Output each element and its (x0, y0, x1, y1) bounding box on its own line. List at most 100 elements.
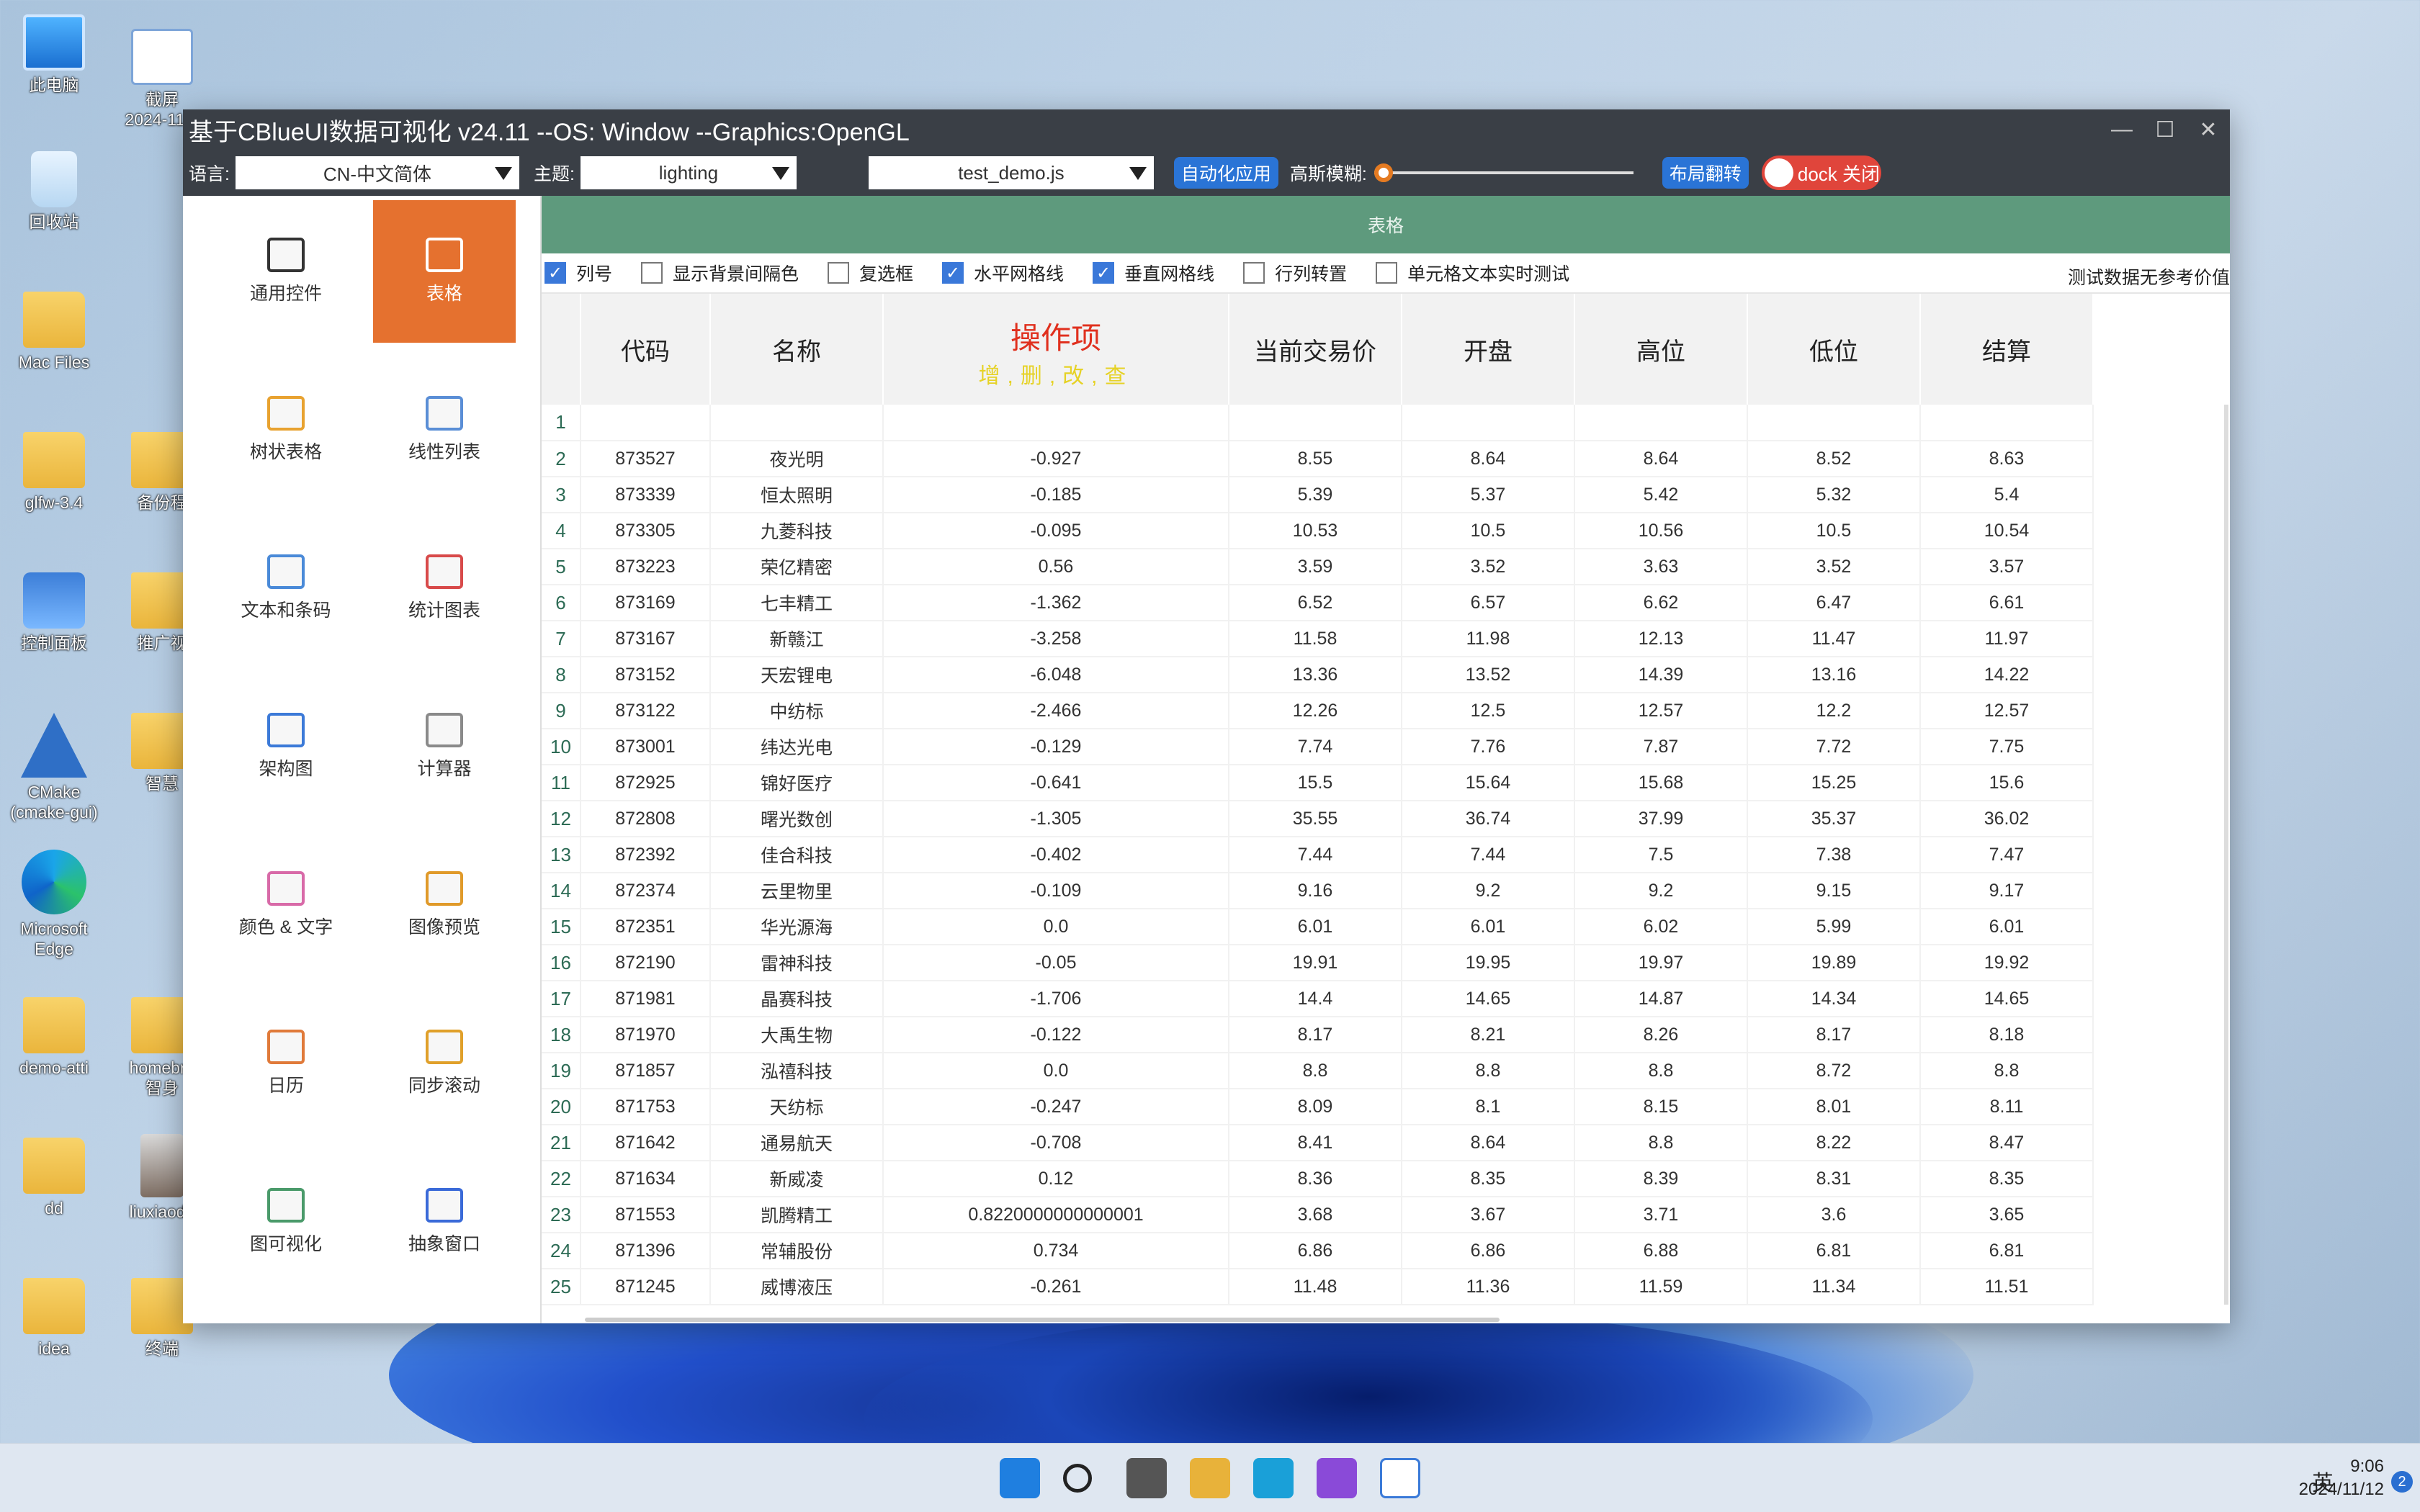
option-toggle[interactable]: ✓ 列号 (544, 260, 612, 286)
settle-cell[interactable]: 8.8 (1920, 1053, 2094, 1089)
high-cell[interactable]: 6.88 (1574, 1233, 1748, 1269)
row-index[interactable]: 15 (542, 909, 581, 945)
open-cell[interactable]: 36.74 (1402, 801, 1575, 837)
name-cell[interactable]: 荣亿精密 (710, 549, 884, 585)
open-cell[interactable]: 14.65 (1402, 981, 1575, 1017)
settle-cell[interactable]: 14.22 (1920, 657, 2094, 693)
open-cell[interactable]: 12.5 (1402, 693, 1575, 729)
title-bar[interactable]: 基于CBlueUI数据可视化 v24.11 --OS: Window --Gra… (183, 109, 2230, 150)
checkbox[interactable] (1376, 262, 1398, 284)
col-open-header[interactable]: 开盘 (1402, 294, 1575, 405)
horizontal-scrollbar[interactable] (585, 1318, 1500, 1322)
price-cell[interactable]: 8.8 (1229, 1053, 1402, 1089)
row-index[interactable]: 21 (542, 1125, 581, 1161)
name-cell[interactable]: 九菱科技 (710, 513, 884, 549)
code-cell[interactable]: 871970 (581, 1017, 711, 1053)
open-cell[interactable]: 8.21 (1402, 1017, 1575, 1053)
settle-cell[interactable]: 8.11 (1920, 1089, 2094, 1125)
settle-cell[interactable]: 36.02 (1920, 801, 2094, 837)
code-cell[interactable]: 873339 (581, 477, 711, 513)
op-cell[interactable]: -0.185 (883, 477, 1229, 513)
option-toggle[interactable]: ✓ 水平网格线 (942, 260, 1064, 286)
row-index[interactable]: 9 (542, 693, 581, 729)
high-cell[interactable]: 8.15 (1574, 1089, 1748, 1125)
table-row[interactable]: 1 (542, 405, 2094, 441)
row-index[interactable]: 12 (542, 801, 581, 837)
visual-studio-icon[interactable] (1317, 1458, 1357, 1498)
clock[interactable]: 9:06 2024/11/12 (2299, 1455, 2384, 1501)
table-row[interactable]: 2 873527 夜光明 -0.927 8.55 8.64 8.64 8.52 8.63 (542, 441, 2094, 477)
op-cell[interactable]: 0.8220000000000001 (883, 1197, 1229, 1233)
table-row[interactable]: 13 872392 佳合科技 -0.402 7.44 7.44 7.5 7.38 7.47 (542, 837, 2094, 873)
low-cell[interactable]: 13.16 (1747, 657, 1921, 693)
sidebar-item-chart[interactable]: 统计图表 (373, 517, 516, 660)
settle-cell[interactable]: 5.4 (1920, 477, 2094, 513)
task-view-icon[interactable] (1126, 1458, 1167, 1498)
code-cell[interactable]: 872190 (581, 945, 711, 981)
option-toggle[interactable]: ✓ 垂直网格线 (1093, 260, 1214, 286)
open-cell[interactable]: 7.76 (1402, 729, 1575, 765)
table-row[interactable]: 3 873339 恒太照明 -0.185 5.39 5.37 5.42 5.32 5.4 (542, 477, 2094, 513)
row-index[interactable]: 10 (542, 729, 581, 765)
row-index[interactable]: 3 (542, 477, 581, 513)
open-cell[interactable]: 8.35 (1402, 1161, 1575, 1197)
settle-cell[interactable]: 6.01 (1920, 909, 2094, 945)
high-cell[interactable]: 37.99 (1574, 801, 1748, 837)
op-cell[interactable]: 0.12 (883, 1161, 1229, 1197)
name-cell[interactable]: 通易航天 (710, 1125, 884, 1161)
settle-cell[interactable]: 19.92 (1920, 945, 2094, 981)
high-cell[interactable]: 19.97 (1574, 945, 1748, 981)
settle-cell[interactable]: 6.81 (1920, 1233, 2094, 1269)
code-cell[interactable]: 873169 (581, 585, 711, 621)
high-cell[interactable]: 8.8 (1574, 1125, 1748, 1161)
low-cell[interactable]: 8.52 (1747, 441, 1921, 477)
name-cell[interactable]: 锦好医疗 (710, 765, 884, 801)
sidebar-item-table[interactable]: 表格 (373, 200, 516, 343)
row-index[interactable]: 5 (542, 549, 581, 585)
row-index[interactable]: 14 (542, 873, 581, 909)
maximize-button[interactable]: ☐ (2143, 117, 2187, 143)
price-cell[interactable]: 12.26 (1229, 693, 1402, 729)
price-cell[interactable]: 10.53 (1229, 513, 1402, 549)
row-index[interactable]: 6 (542, 585, 581, 621)
windows-start-icon[interactable] (1000, 1458, 1040, 1498)
edge-icon[interactable] (1253, 1458, 1294, 1498)
open-cell[interactable]: 6.57 (1402, 585, 1575, 621)
row-index[interactable]: 7 (542, 621, 581, 657)
desktop-icon[interactable]: idea (0, 1278, 108, 1359)
table-row[interactable]: 8 873152 天宏锂电 -6.048 13.36 13.52 14.39 13.16 14.… (542, 657, 2094, 693)
sidebar-item-window[interactable]: 抽象窗口 (373, 1151, 516, 1293)
high-cell[interactable]: 8.26 (1574, 1017, 1748, 1053)
price-cell[interactable]: 6.01 (1229, 909, 1402, 945)
name-cell[interactable]: 雷神科技 (710, 945, 884, 981)
desktop-icon[interactable]: dd (0, 1138, 108, 1218)
table-row[interactable]: 20 871753 天纺标 -0.247 8.09 8.1 8.15 8.01 8.11 (542, 1089, 2094, 1125)
code-cell[interactable]: 872392 (581, 837, 711, 873)
col-low-header[interactable]: 低位 (1747, 294, 1921, 405)
high-cell[interactable]: 6.62 (1574, 585, 1748, 621)
op-cell[interactable]: -0.708 (883, 1125, 1229, 1161)
name-cell[interactable]: 恒太照明 (710, 477, 884, 513)
open-cell[interactable]: 10.5 (1402, 513, 1575, 549)
price-cell[interactable] (1229, 405, 1402, 441)
desktop-icon[interactable]: 回收站 (0, 151, 108, 232)
price-cell[interactable]: 8.17 (1229, 1017, 1402, 1053)
checkbox[interactable] (641, 262, 663, 284)
col-name-header[interactable]: 名称 (710, 294, 884, 405)
op-cell[interactable] (883, 405, 1229, 441)
price-cell[interactable]: 11.58 (1229, 621, 1402, 657)
checkbox[interactable] (828, 262, 850, 284)
settle-cell[interactable]: 3.57 (1920, 549, 2094, 585)
op-cell[interactable]: -0.402 (883, 837, 1229, 873)
op-cell[interactable]: -1.362 (883, 585, 1229, 621)
row-index[interactable]: 23 (542, 1197, 581, 1233)
table-row[interactable]: 17 871981 晶赛科技 -1.706 14.4 14.65 14.87 14.34 14.… (542, 981, 2094, 1017)
code-cell[interactable]: 872808 (581, 801, 711, 837)
low-cell[interactable]: 19.89 (1747, 945, 1921, 981)
op-cell[interactable]: -0.129 (883, 729, 1229, 765)
price-cell[interactable]: 14.4 (1229, 981, 1402, 1017)
open-cell[interactable]: 9.2 (1402, 873, 1575, 909)
row-index[interactable]: 1 (542, 405, 581, 441)
table-row[interactable]: 4 873305 九菱科技 -0.095 10.53 10.5 10.56 10.5 10.54 (542, 513, 2094, 549)
open-cell[interactable] (1402, 405, 1575, 441)
